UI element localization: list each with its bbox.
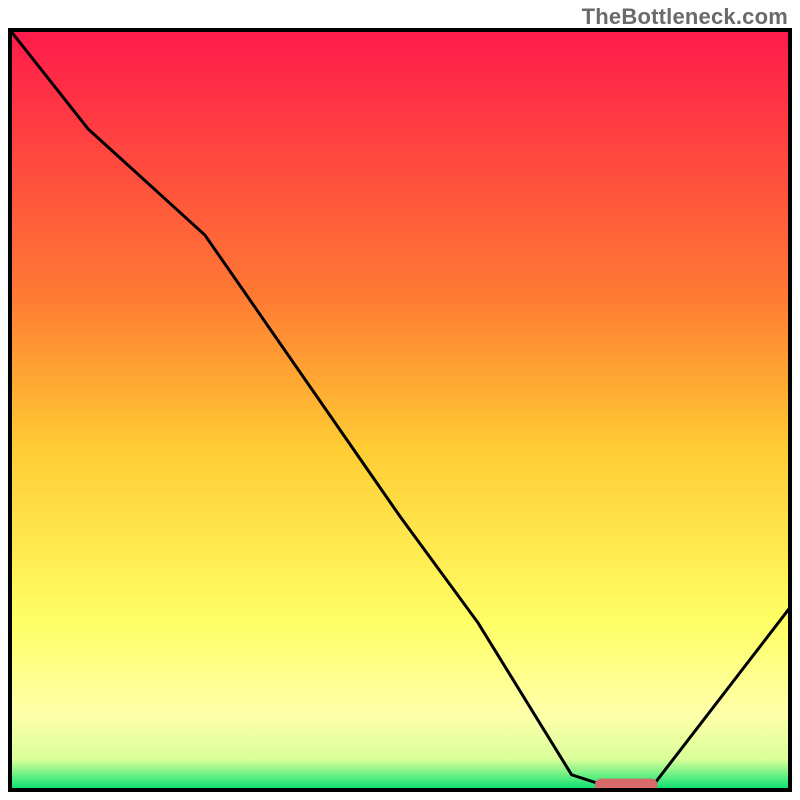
plot-area <box>10 30 790 794</box>
chart-container: TheBottleneck.com <box>0 0 800 800</box>
watermark-text: TheBottleneck.com <box>582 4 788 30</box>
gradient-background <box>10 30 790 790</box>
bottleneck-chart <box>0 0 800 800</box>
